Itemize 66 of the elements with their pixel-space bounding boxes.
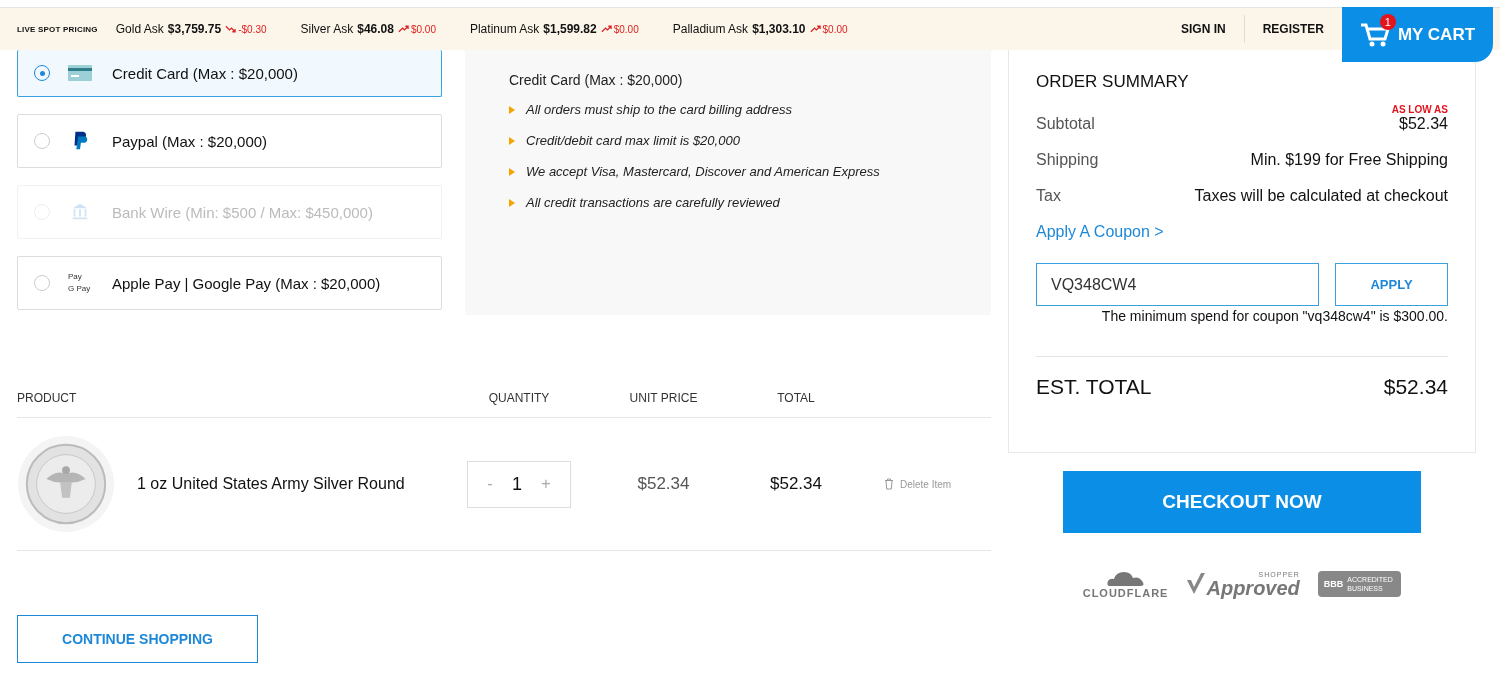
cart-button[interactable]: 1 MY CART bbox=[1342, 7, 1493, 62]
shipping-value: Min. $199 for Free Shipping bbox=[1250, 151, 1448, 169]
payment-option[interactable]: Credit Card (Max : $20,000) bbox=[17, 50, 442, 97]
column-header: QUANTITY bbox=[487, 391, 551, 405]
apply-coupon-link[interactable]: Apply A Coupon > bbox=[1036, 223, 1448, 241]
wallet-pay-icon: Pay G Pay bbox=[68, 271, 94, 295]
column-header: PRODUCT bbox=[17, 391, 78, 405]
column-header: TOTAL bbox=[776, 391, 816, 405]
nav-link[interactable]: REGISTER bbox=[1244, 22, 1342, 36]
metal-price: $1,599.82 bbox=[543, 22, 597, 36]
payment-label: Credit Card (Max : $20,000) bbox=[112, 64, 298, 82]
unit-price: $52.34 bbox=[636, 474, 691, 494]
subtotal-value: $52.34 bbox=[1399, 115, 1448, 133]
price-change: -$0.30 bbox=[238, 23, 267, 35]
nav-link[interactable]: SIGN IN bbox=[1163, 22, 1244, 36]
subtotal-label: Subtotal bbox=[1036, 115, 1095, 133]
payment-info-title: Credit Card (Max : $20,000) bbox=[509, 72, 684, 88]
metal-price: $46.08 bbox=[357, 22, 394, 36]
metal-price: $3,759.75 bbox=[167, 22, 222, 36]
coupon-field[interactable]: VQ348CW4 bbox=[1036, 263, 1319, 306]
metal-name: Platinum Ask bbox=[469, 22, 540, 36]
quantity-value: 1 bbox=[512, 473, 522, 495]
as-low-as-note: AS LOW AS bbox=[1391, 104, 1448, 115]
bullet-icon bbox=[509, 167, 515, 176]
approved-text: Approved bbox=[1206, 577, 1300, 598]
checkmark-icon bbox=[1186, 572, 1207, 596]
metal-price: $1,303.10 bbox=[752, 22, 806, 36]
metal-name: Silver Ask bbox=[300, 22, 354, 36]
line-total: $52.34 bbox=[769, 474, 823, 494]
price-change: $0.00 bbox=[410, 23, 436, 35]
payment-option[interactable]: Pay G Pay Apple Pay | Google Pay (Max : $20,000) bbox=[17, 256, 442, 310]
checkout-button[interactable]: CHECKOUT NOW bbox=[1063, 471, 1421, 533]
delete-item-link[interactable]: Delete Item bbox=[884, 478, 991, 490]
cloudflare-text: CLOUDFLARE bbox=[1082, 587, 1169, 599]
payment-note: All credit transactions are carefully reviewed bbox=[526, 195, 780, 210]
bullet-icon bbox=[509, 198, 515, 207]
tax-label: Tax bbox=[1036, 187, 1061, 205]
payment-label: Bank Wire (Min: $500 / Max: $450,000) bbox=[112, 203, 373, 221]
cart-count-badge: 1 bbox=[1379, 13, 1396, 30]
price-change: $0.00 bbox=[613, 23, 639, 35]
payment-note: Credit/debit card max limit is $20,000 bbox=[526, 133, 740, 148]
ticker-label: LIVE SPOT PRICING bbox=[17, 24, 98, 34]
bullet-icon bbox=[509, 136, 515, 145]
bullet-icon bbox=[509, 105, 515, 114]
apply-button[interactable]: APPLY bbox=[1335, 263, 1448, 306]
shipping-label: Shipping bbox=[1036, 151, 1099, 169]
bbb-logo-text: BBB bbox=[1323, 579, 1344, 589]
total-label: EST. TOTAL bbox=[1036, 375, 1152, 399]
metal-name: Palladium Ask bbox=[672, 22, 749, 36]
payment-label: Apple Pay | Google Pay (Max : $20,000) bbox=[112, 274, 381, 292]
payment-label: Paypal (Max : $20,000) bbox=[112, 132, 268, 150]
trash-icon bbox=[884, 478, 894, 490]
summary-title: ORDER SUMMARY bbox=[1036, 72, 1190, 92]
coupon-error-message: The minimum spend for coupon "vq348cw4" is $300.00. bbox=[1101, 308, 1448, 324]
credit-card-icon bbox=[68, 62, 92, 84]
payment-note: We accept Visa, Mastercard, Discover and American Express bbox=[526, 164, 880, 179]
price-change: $0.00 bbox=[822, 23, 848, 35]
tax-value: Taxes will be calculated at checkout bbox=[1194, 187, 1448, 205]
cloud-icon bbox=[1105, 569, 1146, 587]
continue-shopping-button[interactable]: CONTINUE SHOPPING bbox=[17, 615, 258, 663]
column-header: UNIT PRICE bbox=[628, 391, 699, 405]
total-value: $52.34 bbox=[1383, 375, 1448, 399]
payment-option[interactable]: Paypal (Max : $20,000) bbox=[17, 114, 442, 168]
payment-note: All orders must ship to the card billing address bbox=[526, 102, 792, 117]
product-name[interactable]: 1 oz United States Army Silver Round bbox=[137, 475, 405, 493]
metal-name: Gold Ask bbox=[115, 22, 164, 36]
